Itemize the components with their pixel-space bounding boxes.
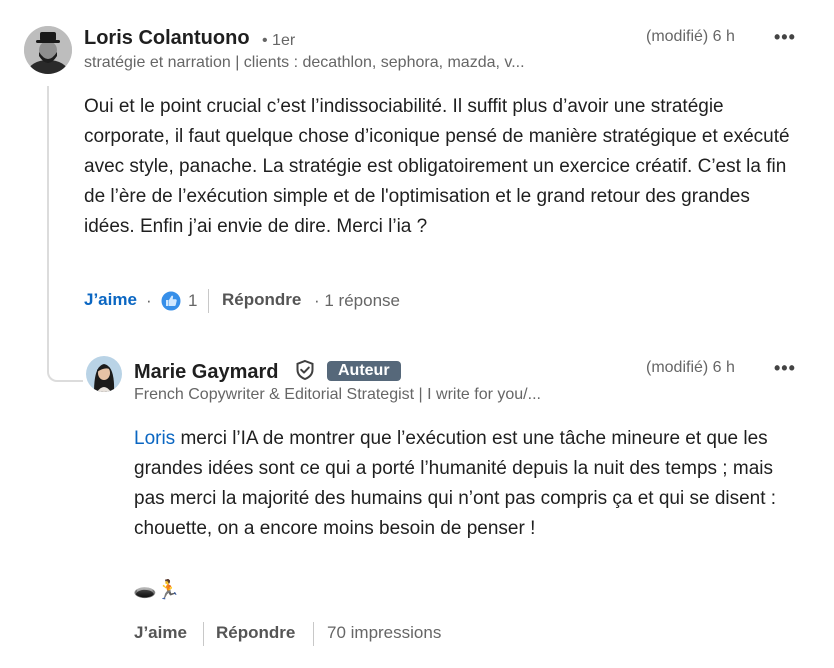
- verified-shield-icon: [294, 359, 316, 381]
- comment-text: Oui et le point crucial c’est l’indissoc…: [84, 96, 790, 237]
- reply-author-name[interactable]: Marie Gaymard: [134, 361, 279, 384]
- action-divider: [208, 289, 209, 313]
- mention-link[interactable]: Loris: [134, 428, 175, 449]
- like-button[interactable]: J’aime: [134, 623, 187, 643]
- thread-line: [47, 86, 49, 372]
- like-reaction-icon[interactable]: [160, 290, 182, 312]
- action-divider: [313, 622, 314, 646]
- emoji-line: 🕳️🏃: [133, 579, 181, 601]
- comment-edited-time: (modifié) 6 h: [646, 28, 735, 45]
- more-options-button[interactable]: •••: [774, 27, 796, 48]
- avatar[interactable]: [24, 26, 72, 74]
- author-badge: Auteur: [327, 361, 401, 381]
- avatar-loris-image: [24, 26, 72, 74]
- like-button[interactable]: J’aime: [84, 290, 137, 310]
- connection-degree: • 1er: [262, 32, 296, 49]
- reply-text-body: merci l’IA de montrer que l’exécution es…: [134, 428, 777, 539]
- reply-edited-time: (modifié) 6 h: [646, 359, 735, 376]
- thread-elbow: [47, 358, 83, 382]
- reply-text: Loris merci l’IA de montrer que l’exécut…: [134, 424, 799, 544]
- reply-author-headline: French Copywriter & Editorial Strategist…: [134, 386, 541, 403]
- reaction-count[interactable]: 1: [188, 291, 197, 311]
- separator-dot: ·: [146, 291, 152, 310]
- comment-author-headline: stratégie et narration | clients : decat…: [84, 54, 525, 71]
- reply-button[interactable]: Répondre: [216, 623, 295, 643]
- comment-author-name[interactable]: Loris Colantuono: [84, 27, 250, 50]
- more-options-button[interactable]: •••: [774, 358, 796, 379]
- avatar-marie-image: [86, 356, 122, 392]
- impressions-count: 70 impressions: [327, 623, 442, 642]
- action-divider: [203, 622, 204, 646]
- avatar[interactable]: [86, 356, 122, 392]
- reply-count[interactable]: · 1 réponse: [314, 291, 400, 311]
- reply-button[interactable]: Répondre: [222, 290, 301, 310]
